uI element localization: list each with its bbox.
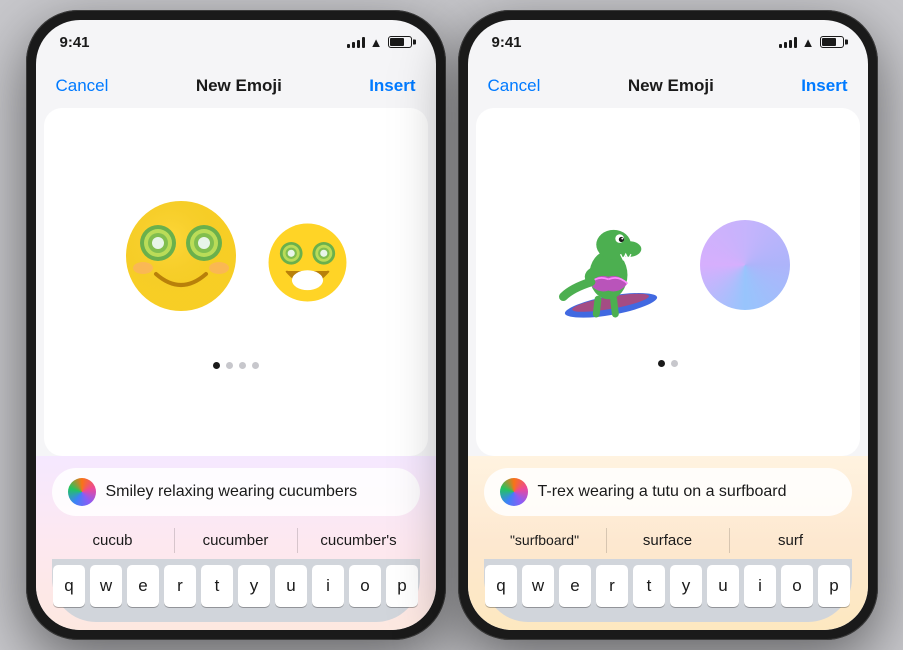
emoji-display-left [44,108,428,456]
key-r-right[interactable]: r [596,565,628,607]
status-bar-left: 9:41 ▲ [36,20,436,64]
page-dots-left [213,362,259,369]
insert-button-left[interactable]: Insert [369,76,415,96]
nav-title-right: New Emoji [628,76,714,96]
trex-svg [546,197,676,327]
emoji-grid-right [526,177,810,352]
key-q-left[interactable]: q [53,565,85,607]
battery-icon-left [388,36,412,48]
insert-button-right[interactable]: Insert [801,76,847,96]
dot-1-left [213,362,220,369]
loading-circle-right [700,220,790,310]
key-t-right[interactable]: t [633,565,665,607]
battery-icon-right [820,36,844,48]
cancel-button-left[interactable]: Cancel [56,76,109,96]
genmoji-icon-right [500,478,528,506]
input-section-left: Smiley relaxing wearing cucumbers cucub … [36,456,436,630]
key-y-left[interactable]: y [238,565,270,607]
trex-surfing-emoji[interactable] [546,197,676,332]
status-time-right: 9:41 [492,34,522,51]
page-dots-right [658,360,678,367]
pred-word-1-left[interactable]: cucub [52,528,175,553]
dot-3-left [239,362,246,369]
status-bar-right: 9:41 ▲ [468,20,868,64]
pred-word-2-right[interactable]: surface [607,528,730,553]
emoji-main-left[interactable] [121,196,241,334]
predictive-row-left: cucub cucumber cucumber's [52,524,420,559]
cucumber-smiley-svg [121,196,241,316]
search-field-right[interactable]: T-rex wearing a tutu on a surfboard [538,483,836,501]
screen-right: 9:41 ▲ Cancel New Emoji Insert [468,20,868,630]
keyboard-right: q w e r t y u i o p [484,559,852,622]
key-u-right[interactable]: u [707,565,739,607]
genmoji-icon-left [68,478,96,506]
key-i-left[interactable]: i [312,565,344,607]
dot-4-left [252,362,259,369]
dot-2-left [226,362,233,369]
nav-bar-right: Cancel New Emoji Insert [468,64,868,108]
search-row-left[interactable]: Smiley relaxing wearing cucumbers [52,468,420,516]
key-w-right[interactable]: w [522,565,554,607]
signal-icon-right [779,36,797,48]
keyboard-left: q w e r t y u i o p [52,559,420,622]
pred-word-3-right[interactable]: surf [730,528,852,553]
key-e-left[interactable]: e [127,565,159,607]
status-icons-right: ▲ [779,35,844,50]
dot-2-right [671,360,678,367]
wifi-icon-right: ▲ [802,35,815,50]
wifi-icon-left: ▲ [370,35,383,50]
key-w-left[interactable]: w [90,565,122,607]
predictive-row-right: "surfboard" surface surf [484,524,852,559]
key-u-left[interactable]: u [275,565,307,607]
signal-icon-left [347,36,365,48]
key-r-left[interactable]: r [164,565,196,607]
pred-word-2-left[interactable]: cucumber [175,528,298,553]
nav-title-left: New Emoji [196,76,282,96]
key-o-left[interactable]: o [349,565,381,607]
key-p-right[interactable]: p [818,565,850,607]
status-icons-left: ▲ [347,35,412,50]
phone-right: 9:41 ▲ Cancel New Emoji Insert [458,10,878,640]
search-row-right[interactable]: T-rex wearing a tutu on a surfboard [484,468,852,516]
cucumber-laugh-svg [265,220,350,305]
pred-word-1-right[interactable]: "surfboard" [484,528,607,553]
nav-bar-left: Cancel New Emoji Insert [36,64,436,108]
key-e-right[interactable]: e [559,565,591,607]
input-section-right: T-rex wearing a tutu on a surfboard "sur… [468,456,868,630]
key-row-1-right: q w e r t y u i o p [488,565,848,607]
pred-word-3-left[interactable]: cucumber's [298,528,420,553]
key-q-right[interactable]: q [485,565,517,607]
key-o-right[interactable]: o [781,565,813,607]
emoji-alt-left[interactable] [265,220,350,310]
key-row-1-left: q w e r t y u i o p [56,565,416,607]
key-y-right[interactable]: y [670,565,702,607]
status-time-left: 9:41 [60,34,90,51]
key-i-right[interactable]: i [744,565,776,607]
dot-1-right [658,360,665,367]
phone-left: 9:41 ▲ Cancel New Emoji Insert [26,10,446,640]
screen-left: 9:41 ▲ Cancel New Emoji Insert [36,20,436,630]
key-p-left[interactable]: p [386,565,418,607]
cancel-button-right[interactable]: Cancel [488,76,541,96]
emoji-grid-left [101,176,370,354]
emoji-display-right [476,108,860,456]
search-field-left[interactable]: Smiley relaxing wearing cucumbers [106,483,404,501]
key-t-left[interactable]: t [201,565,233,607]
